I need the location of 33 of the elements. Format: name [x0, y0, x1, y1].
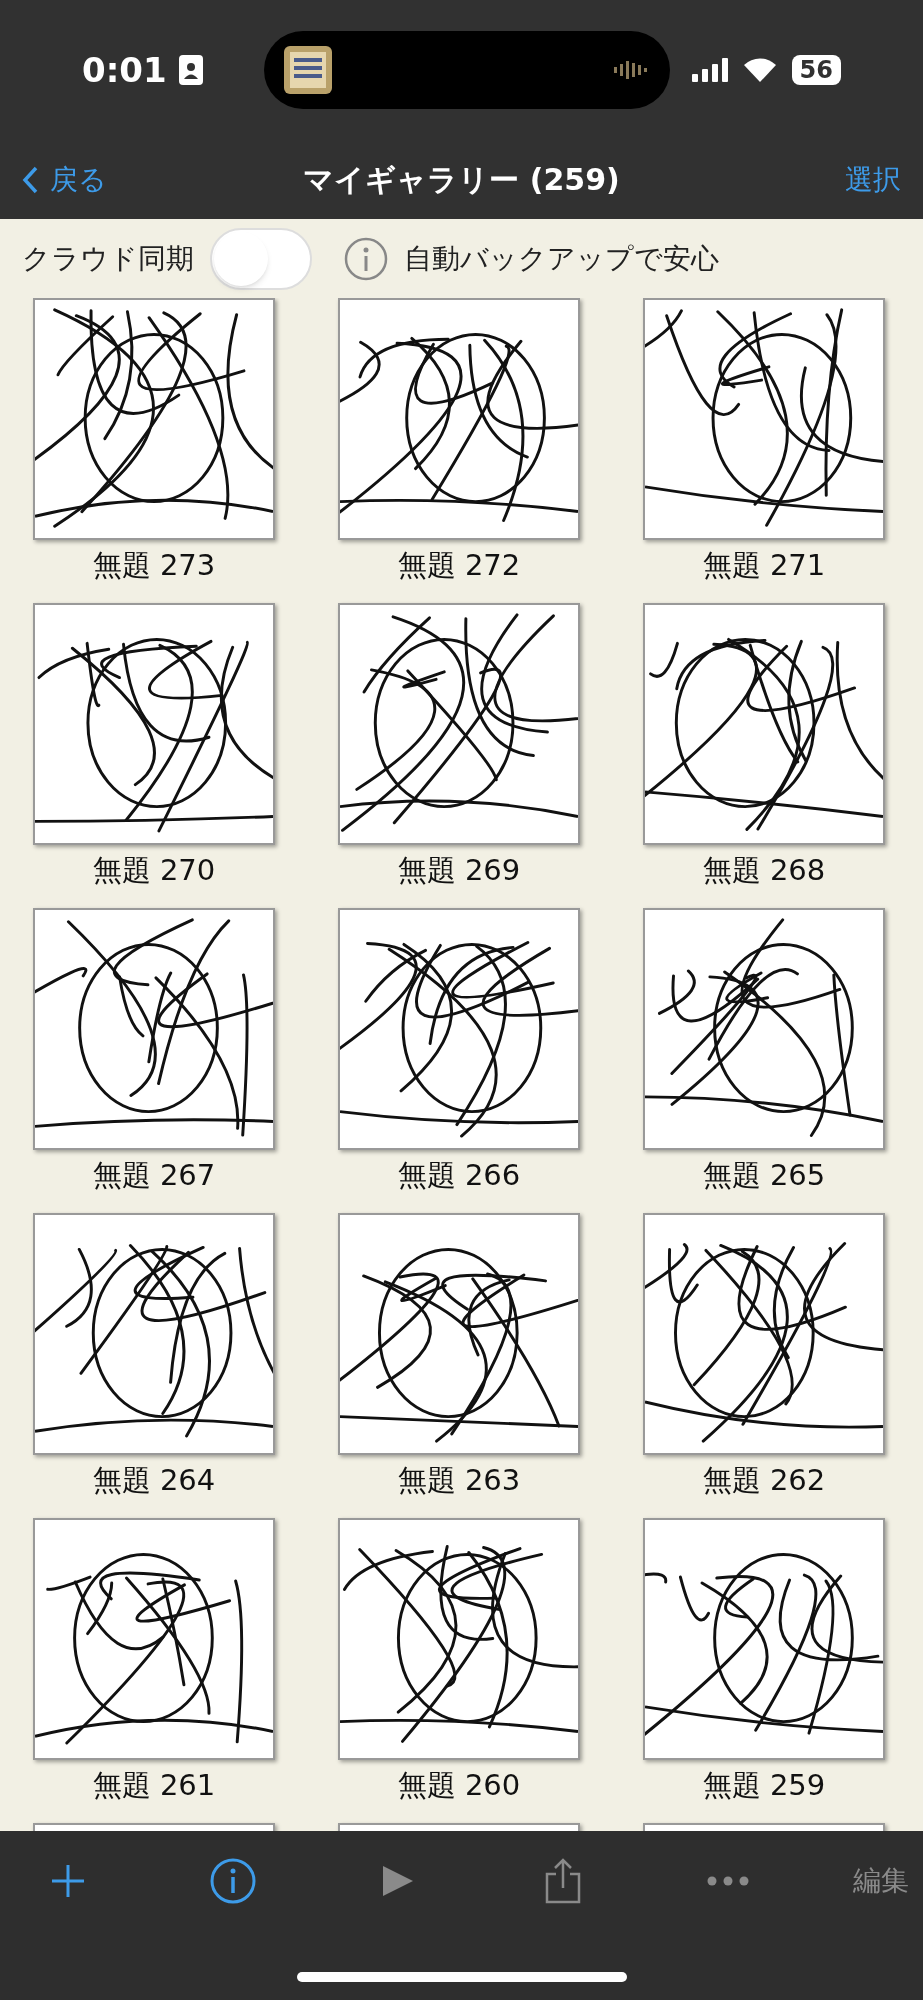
- contact-card-icon: [178, 55, 203, 85]
- drawing-title: 無題 272: [397, 547, 521, 584]
- drawing-title: 無題 264: [92, 1462, 216, 1499]
- drawing-title: 無題 271: [702, 547, 826, 584]
- sync-label: クラウド同期: [22, 240, 194, 277]
- signal-icon: [691, 58, 728, 82]
- back-button[interactable]: 戻る: [22, 158, 107, 201]
- info-icon: [210, 1858, 256, 1904]
- info-icon[interactable]: [344, 236, 388, 281]
- drawing-title: 無題 263: [397, 1462, 521, 1499]
- play-icon: [381, 1864, 415, 1898]
- drawing-title: 無題 266: [397, 1157, 521, 1194]
- plus-icon: [49, 1862, 87, 1900]
- share-icon: [545, 1858, 581, 1904]
- drawing-title: 無題 265: [702, 1157, 826, 1194]
- more-icon: [707, 1876, 749, 1886]
- drawing-title: 無題 269: [397, 852, 521, 889]
- nav-title: マイギャラリー (259): [303, 161, 620, 199]
- drawing-title: 無題 262: [702, 1462, 826, 1499]
- wifi-icon: [743, 58, 776, 82]
- drawing-title: 無題 260: [397, 1767, 521, 1804]
- drawing-title: 無題 259: [702, 1767, 826, 1804]
- album-art-icon: [283, 46, 332, 94]
- drawing-title: 無題 273: [92, 547, 216, 584]
- drawing-title: 無題 261: [92, 1767, 216, 1804]
- drawing-title: 無題 268: [702, 852, 826, 889]
- chevron-left-icon: [22, 165, 38, 194]
- status-time: 0:01: [82, 48, 167, 92]
- backup-note: 自動バックアップで安心: [404, 240, 719, 277]
- drawing-title: 無題 267: [92, 1157, 216, 1194]
- drawing-title: 無題 270: [92, 852, 216, 889]
- select-button[interactable]: 選択: [845, 158, 901, 201]
- battery-level: 56: [791, 55, 841, 85]
